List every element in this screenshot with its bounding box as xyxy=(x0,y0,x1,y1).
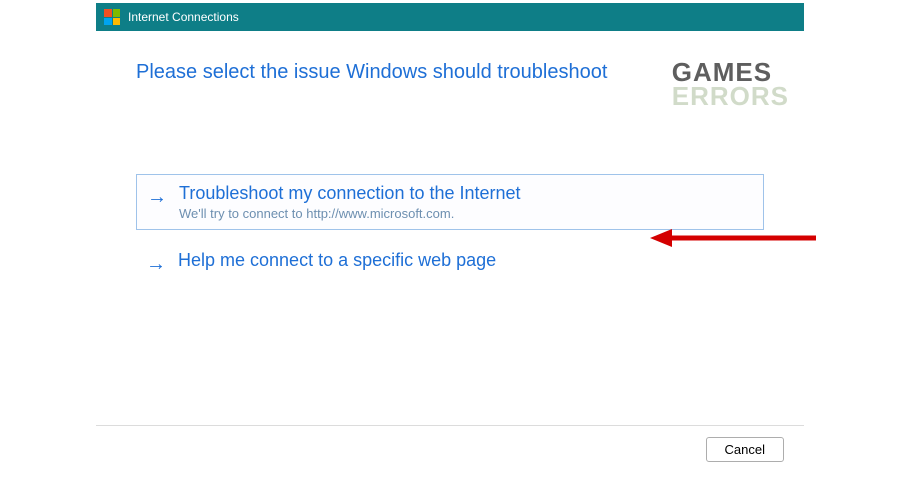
footer-bar: Cancel xyxy=(96,425,804,473)
arrow-right-icon: → xyxy=(146,252,166,276)
page-heading: Please select the issue Windows should t… xyxy=(136,61,764,84)
windows-flag-icon xyxy=(104,9,120,25)
option-text-group: Troubleshoot my connection to the Intern… xyxy=(179,183,521,221)
arrow-right-icon: → xyxy=(147,185,167,209)
titlebar[interactable]: Internet Connections xyxy=(96,3,804,31)
window-title: Internet Connections xyxy=(128,10,239,24)
option-text-group: Help me connect to a specific web page xyxy=(178,250,496,271)
option-connect-specific-page[interactable]: → Help me connect to a specific web page xyxy=(136,242,764,284)
option-title: Troubleshoot my connection to the Intern… xyxy=(179,183,521,204)
troubleshooter-window: Internet Connections GAMES ERRORS Please… xyxy=(96,3,804,473)
option-troubleshoot-internet[interactable]: → Troubleshoot my connection to the Inte… xyxy=(136,174,764,230)
option-description: We'll try to connect to http://www.micro… xyxy=(179,206,521,221)
cancel-button[interactable]: Cancel xyxy=(706,437,784,462)
content-area: GAMES ERRORS Please select the issue Win… xyxy=(96,31,804,284)
watermark-line2: ERRORS xyxy=(672,83,789,109)
option-title: Help me connect to a specific web page xyxy=(178,250,496,271)
